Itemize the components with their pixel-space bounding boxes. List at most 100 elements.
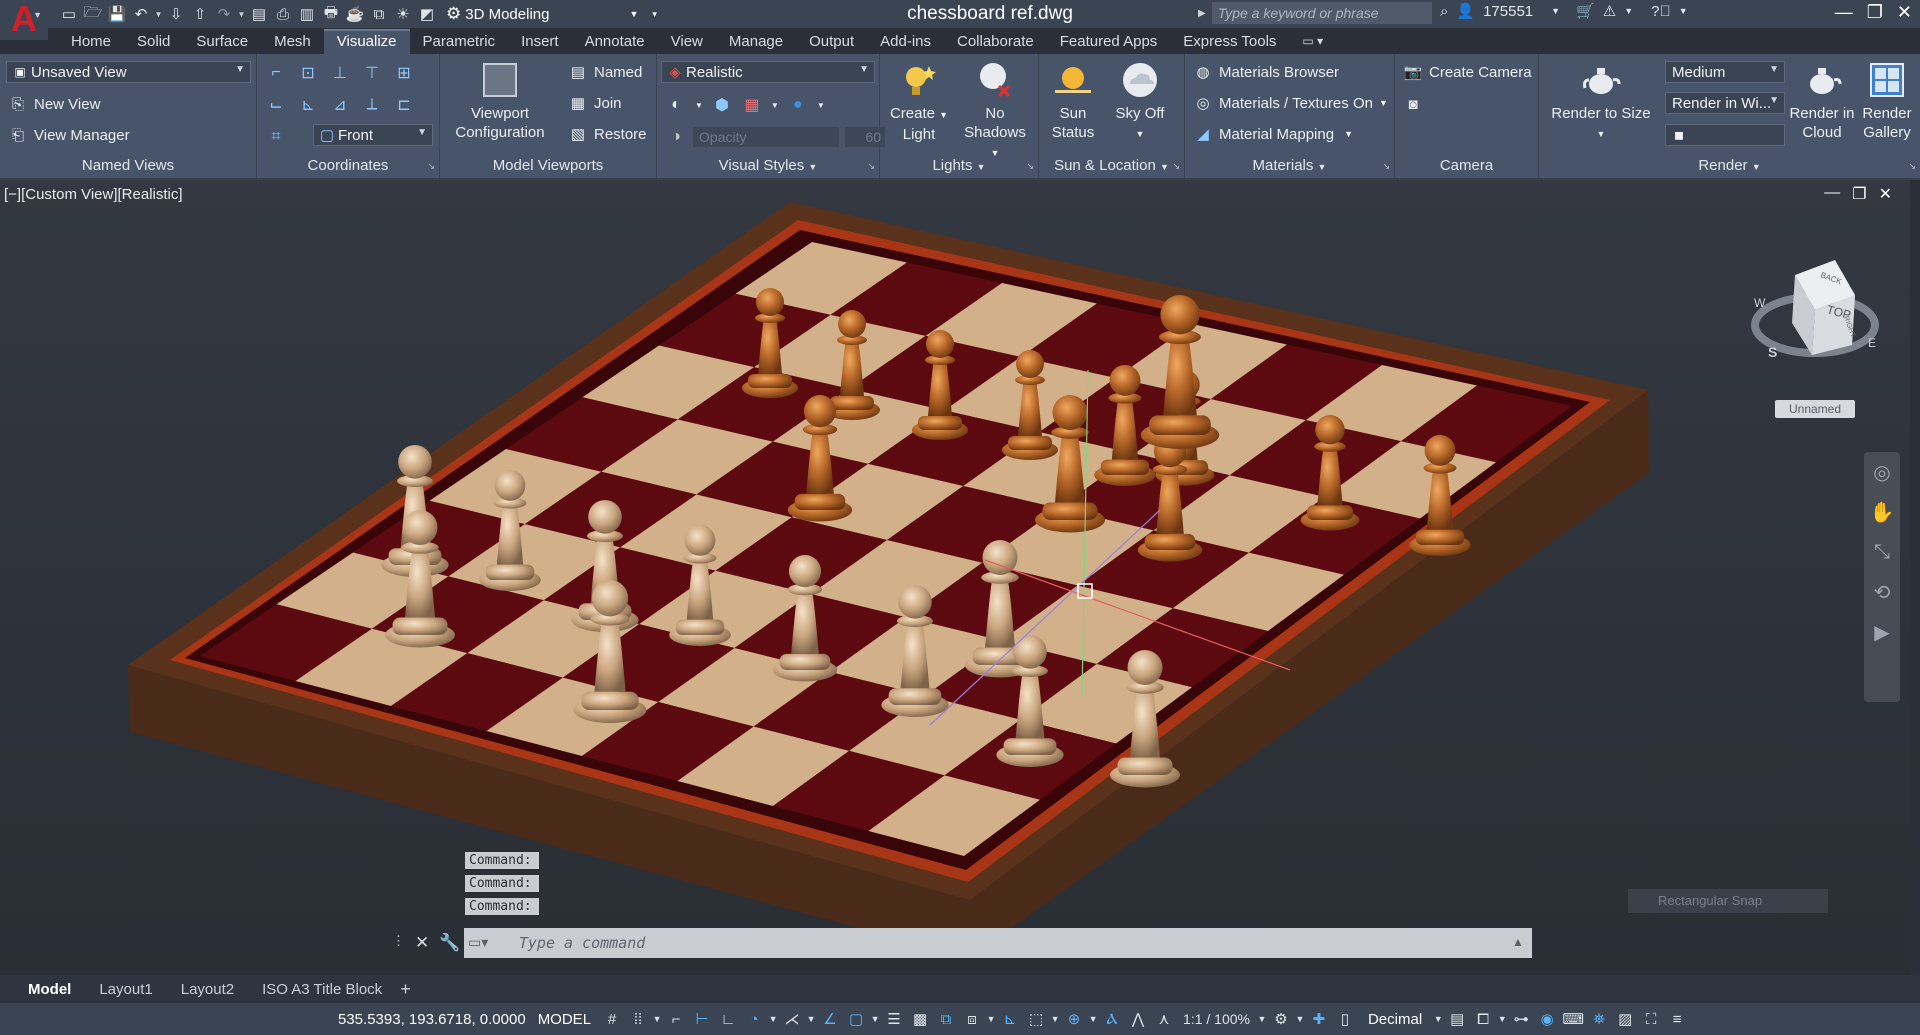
polar-tracking-icon[interactable]: ◔ bbox=[741, 1006, 767, 1032]
infer-constraints-icon[interactable]: ⌐ bbox=[663, 1006, 689, 1032]
help-dropdown-icon[interactable]: ▼ bbox=[1679, 6, 1688, 16]
auto-scale-icon[interactable]: ⋀ bbox=[1125, 1006, 1151, 1032]
osnap-dropdown-icon[interactable]: ▼ bbox=[869, 1006, 881, 1032]
customize-wrench-icon[interactable]: 🔧 bbox=[439, 933, 460, 953]
panel-launcher-icon[interactable]: ↘ bbox=[1908, 161, 1916, 172]
search-input[interactable] bbox=[1211, 2, 1432, 24]
customization-menu-icon[interactable]: ≡ bbox=[1664, 1006, 1690, 1032]
ucs-x-icon[interactable]: ⊥ bbox=[329, 62, 351, 84]
close-icon[interactable]: ✕ bbox=[1897, 2, 1912, 23]
ortho-icon[interactable]: ∟ bbox=[715, 1006, 741, 1032]
save-as-icon[interactable]: ▤ bbox=[248, 3, 270, 25]
command-close-icon[interactable]: ✕ bbox=[415, 933, 429, 953]
materials-textures-button[interactable]: ◎ Materials / Textures On ▼ bbox=[1193, 93, 1387, 113]
tab-insert[interactable]: Insert bbox=[508, 29, 572, 54]
lights-expand-icon[interactable]: ▼ bbox=[977, 162, 986, 172]
sun-icon[interactable]: ☀ bbox=[392, 3, 414, 25]
save-icon[interactable]: 💾 bbox=[106, 3, 128, 25]
create-camera-button[interactable]: 📷 Create Camera bbox=[1403, 62, 1532, 82]
ucs-object-icon[interactable]: ⟂ bbox=[361, 94, 383, 116]
named-viewports-button[interactable]: ▤ Named bbox=[568, 62, 642, 82]
object-snap-icon[interactable]: ▢ bbox=[843, 1006, 869, 1032]
cart-icon[interactable]: 🛒 bbox=[1576, 2, 1595, 20]
dynamic-input-icon[interactable]: ⊢ bbox=[689, 1006, 715, 1032]
ucs-origin-icon[interactable]: ⌙ bbox=[265, 94, 287, 116]
panel-launcher-icon[interactable]: ↘ bbox=[427, 161, 435, 172]
tab-view[interactable]: View bbox=[658, 29, 716, 54]
object-snap-tracking-icon[interactable]: ∠ bbox=[817, 1006, 843, 1032]
create-light-button[interactable]: Create ▼ Light bbox=[884, 60, 954, 144]
isolate-objects-icon[interactable]: ⊶ bbox=[1508, 1006, 1534, 1032]
gizmo-dropdown-icon[interactable]: ▼ bbox=[1087, 1006, 1099, 1032]
selection-cycling-icon[interactable]: ⧉ bbox=[933, 1006, 959, 1032]
tab-output[interactable]: Output bbox=[796, 29, 867, 54]
undo-icon[interactable]: ↶ bbox=[130, 3, 152, 25]
annotation-scale-icon[interactable]: ⋏ bbox=[1151, 1006, 1177, 1032]
opacity-icon[interactable]: ◑ bbox=[665, 126, 687, 148]
render-teapot-icon[interactable]: ☕ bbox=[344, 3, 366, 25]
import-icon[interactable]: ⇩ bbox=[165, 3, 187, 25]
snap-mode-icon[interactable]: ⁞⁞ bbox=[625, 1006, 651, 1032]
render-expand-icon[interactable]: ▼ bbox=[1752, 162, 1761, 172]
redo-dropdown-icon[interactable]: ▼ bbox=[237, 10, 246, 19]
tab-featured-apps[interactable]: Featured Apps bbox=[1047, 29, 1171, 54]
plot-icon[interactable]: ⎙ bbox=[272, 3, 294, 25]
tab-home[interactable]: Home bbox=[58, 29, 124, 54]
xray-dropdown-icon[interactable]: ▼ bbox=[771, 101, 779, 110]
render-in-combo[interactable]: Render in Wi... ▼ bbox=[1665, 92, 1785, 114]
tab-manage[interactable]: Manage bbox=[716, 29, 796, 54]
restore-icon[interactable]: ❐ bbox=[1867, 2, 1883, 23]
graphics-performance-icon[interactable]: ⛯ bbox=[1586, 1006, 1612, 1032]
orbit-icon[interactable]: ⟲ bbox=[1864, 572, 1900, 612]
sun-status-button[interactable]: Sun Status bbox=[1043, 60, 1103, 142]
add-layout-icon[interactable]: + bbox=[400, 979, 411, 1000]
viewport-maximize-icon[interactable]: ❐ bbox=[1852, 184, 1866, 204]
gizmo-icon[interactable]: ⊕ bbox=[1061, 1006, 1087, 1032]
edge-dropdown-icon[interactable]: ▼ bbox=[695, 101, 703, 110]
user-icon[interactable]: 👤 bbox=[1456, 2, 1475, 20]
lineweight-icon[interactable]: ☰ bbox=[881, 1006, 907, 1032]
sphere-dropdown-icon[interactable]: ▼ bbox=[817, 101, 825, 110]
hardware-acceleration-icon[interactable]: ◉ bbox=[1534, 1006, 1560, 1032]
layout-tab-layout1[interactable]: Layout1 bbox=[85, 981, 166, 998]
tab-surface[interactable]: Surface bbox=[183, 29, 261, 54]
layout-tab-layout2[interactable]: Layout2 bbox=[167, 981, 248, 998]
ucs-world-icon[interactable]: ⊡ bbox=[297, 62, 319, 84]
view-manager-button[interactable]: ⎗ View Manager bbox=[8, 125, 130, 145]
viewport-minimize-icon[interactable]: — bbox=[1824, 184, 1840, 204]
ucs-z-icon[interactable]: ⊞ bbox=[393, 62, 415, 84]
camera-display-button[interactable]: ◙ bbox=[1403, 94, 1429, 114]
user-dropdown-icon[interactable]: ▼ bbox=[1551, 6, 1560, 16]
application-menu-button[interactable]: A ▼ bbox=[0, 0, 48, 40]
tab-collaborate[interactable]: Collaborate bbox=[944, 29, 1047, 54]
command-history-up-icon[interactable]: ▲ bbox=[1512, 935, 1524, 949]
layout-tab-model[interactable]: Model bbox=[14, 981, 85, 998]
x-ray-icon[interactable]: ▦ bbox=[741, 94, 763, 116]
tab-parametric[interactable]: Parametric bbox=[410, 29, 509, 54]
batch-plot-icon[interactable]: ⧉ bbox=[368, 3, 390, 25]
annotation-visibility-icon[interactable]: Ⲁ bbox=[1099, 1006, 1125, 1032]
visual-style-combo[interactable]: ◈ Realistic ▼ bbox=[661, 61, 875, 83]
panel-launcher-icon[interactable]: ↘ bbox=[1172, 161, 1180, 172]
units-dropdown-icon[interactable]: ▼ bbox=[1432, 1006, 1444, 1032]
performance-icon[interactable]: ⌨ bbox=[1560, 1006, 1586, 1032]
ucs-view-icon[interactable]: ⊿ bbox=[329, 94, 351, 116]
workspace-dropdown-icon[interactable]: ▼ bbox=[1294, 1006, 1306, 1032]
materials-expand-icon[interactable]: ▼ bbox=[1318, 162, 1327, 172]
filter-dropdown-icon[interactable]: ▼ bbox=[1049, 1006, 1061, 1032]
undo-dropdown-icon[interactable]: ▼ bbox=[154, 10, 163, 19]
viewport-controls-label[interactable]: [−][Custom View][Realistic] bbox=[4, 186, 183, 203]
share-icon[interactable]: ◩ bbox=[416, 3, 438, 25]
steering-wheel-icon[interactable]: ◎ bbox=[1864, 452, 1900, 492]
binoculars-icon[interactable]: ⌕ bbox=[1440, 3, 1448, 20]
named-view-combo[interactable]: ▣ Unsaved View ▼ bbox=[6, 61, 251, 83]
transparency-icon[interactable]: ▩ bbox=[907, 1006, 933, 1032]
new-file-icon[interactable]: ▭ bbox=[58, 3, 80, 25]
exchange-dropdown-icon[interactable]: ▼ bbox=[1624, 6, 1633, 16]
ucs-3point-icon[interactable]: ⊾ bbox=[297, 94, 319, 116]
annotation-scale[interactable]: 1:1 / 100% bbox=[1183, 1011, 1250, 1027]
viewcube[interactable]: TOP BACK RIGHT W S E bbox=[1740, 255, 1890, 385]
ucs-icon[interactable]: ⌐ bbox=[265, 62, 287, 84]
sky-off-button[interactable]: Sky Off ▼ bbox=[1105, 60, 1175, 144]
lock-dropdown-icon[interactable]: ▼ bbox=[1496, 1006, 1508, 1032]
